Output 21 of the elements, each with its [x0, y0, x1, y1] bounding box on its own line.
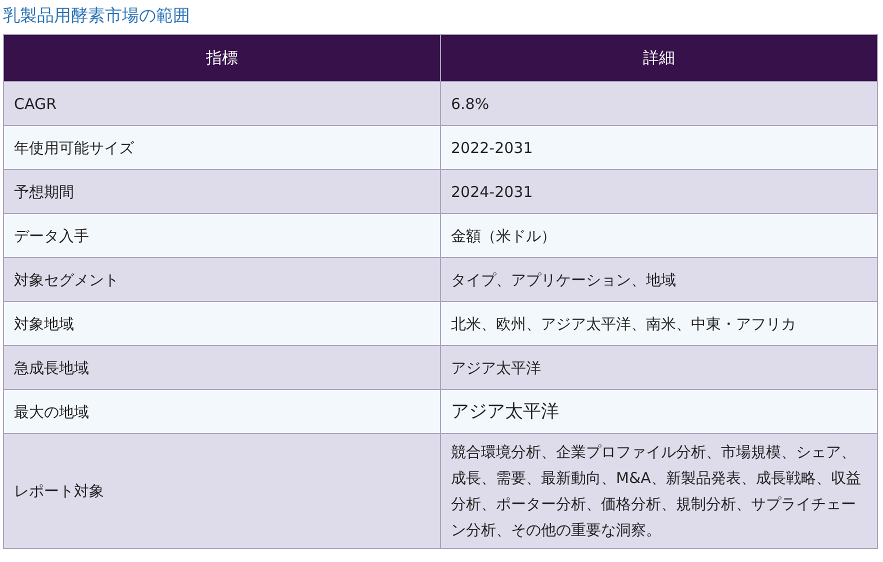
table-cell: 2022-2031: [440, 126, 878, 170]
table-cell: 競合環境分析、企業プロファイル分析、市場規模、シェア、成長、需要、最新動向、M&A、新製品発表、成長戦略、収益分析、ポーター分析、価格分析、規制分析、サプライチェーン分析、その他の重要な洞察。: [440, 434, 878, 548]
table-cell: アジア太平洋: [440, 390, 878, 434]
table-cell: CAGR: [4, 82, 440, 126]
column-header: 指標: [4, 34, 440, 82]
table-cell: タイプ、アプリケーション、地域: [440, 258, 878, 302]
table-cell: データ入手: [4, 214, 440, 258]
table-cell: レポート対象: [4, 434, 440, 548]
table-cell: 急成長地域: [4, 346, 440, 390]
table-cell: 6.8%: [440, 82, 878, 126]
column-header: 詳細: [440, 34, 878, 82]
table-cell: 金額（米ドル）: [440, 214, 878, 258]
table-cell: アジア太平洋: [440, 346, 878, 390]
section-title: 乳製品用酵素市場の範囲: [3, 5, 190, 28]
table-cell: 2024-2031: [440, 170, 878, 214]
table-cell: 対象セグメント: [4, 258, 440, 302]
table-cell: 対象地域: [4, 302, 440, 346]
table-cell: 年使用可能サイズ: [4, 126, 440, 170]
table-cell: 予想期間: [4, 170, 440, 214]
table-cell: 最大の地域: [4, 390, 440, 434]
table-cell: 北米、欧州、アジア太平洋、南米、中東・アフリカ: [440, 302, 878, 346]
